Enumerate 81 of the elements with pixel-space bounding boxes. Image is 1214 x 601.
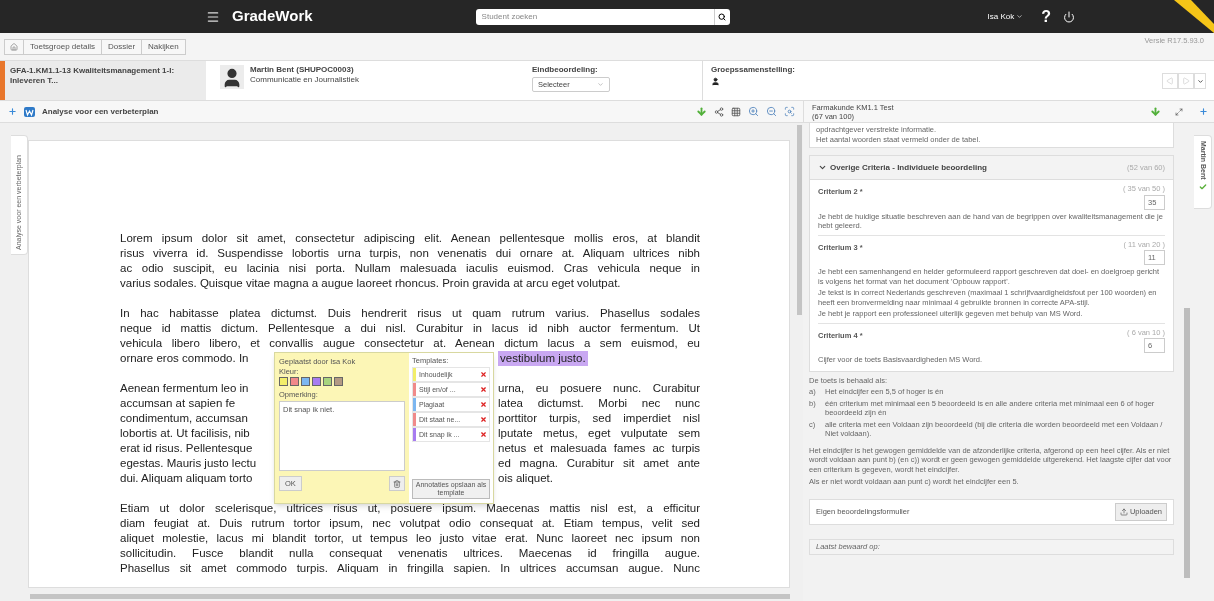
color-swatch[interactable] [334,377,343,386]
text-line: Lorem ipsum dolor sit amet, consectetur adipiscing elit. Aenean pellentesque mollis eros, at blandit [120,231,700,246]
text-line: ois aliquet. [498,471,554,486]
remove-icon[interactable] [480,416,487,423]
text-line: netus et malesuada fames ac turpis [498,441,700,456]
zoom-in-icon[interactable] [748,106,759,117]
trash-icon [393,479,401,488]
breadcrumb-item[interactable]: Nakijken [142,38,186,55]
text-line: lputate metus, eget vulputate sem [498,426,700,441]
text-line: dui. Aliquam aliquam torto [120,472,253,484]
remove-icon[interactable] [480,371,487,378]
search-field[interactable]: Student zoeken [475,8,714,25]
home-crumb[interactable] [4,38,24,55]
grid-icon[interactable] [731,106,741,117]
text-line: latea dictumst. Morbi nec nunc [498,396,700,411]
color-swatch[interactable] [301,377,310,386]
text-line: In hac habitasse platea dictumst. Duis hendrerit risus ut quam rutrum varius. Phasellus sodales [120,306,700,321]
download-icon[interactable] [1150,106,1161,117]
highlighted-text: vestibulum justo. [498,351,588,366]
student-name: Martin Bent (SHUPOC0003) [250,65,355,75]
corner-ribbon [1174,0,1214,33]
add-icon[interactable] [8,107,17,116]
text-line: neque id mattis dictum. Pellentesque a dui nisl. Curabitur in lacus id nibh auctor fermentum. Ut [120,321,700,336]
remove-icon[interactable] [480,401,487,408]
download-icon[interactable] [696,106,707,117]
student-program: Communicatie en Journalistiek [250,75,359,85]
caret-icon [1016,13,1024,20]
check-icon [1198,182,1207,191]
text-line: vehicula libero libero, et convallis augue consectetur at. Aenean dictum lacus a sem euismod, eu [120,336,700,351]
color-swatch[interactable] [312,377,321,386]
document-icon [23,105,36,118]
left-triangle-icon [1166,77,1174,85]
search-icon [718,12,727,21]
color-swatch[interactable] [290,377,299,386]
text-line: diam feugiat at. Duis rutrum tortor ipsum, nec volutpat odio consequat at. Etiam tempus, velit sed [120,516,700,531]
assignment-title: GFA-1.KM1.1-13 Kwaliteitsmanagement 1-I: Inleveren T... [10,66,175,85]
text-line: risus viverra id. Suspendisse lobortis urna turpis, non venenatis dui ornare at. Aliquam ultrices nibh [120,246,700,261]
caret-icon [1196,77,1204,85]
final-grade-label: Eindbeoordeling: [532,65,599,75]
text-line: lobortis at. Ut facilisis, nib [120,427,250,439]
text-line: Aenean fermentum leo in [120,382,249,394]
caret-icon [597,81,604,88]
zoom-out-icon[interactable] [766,106,777,117]
text-line: condimentum, accumsan [120,412,248,424]
color-swatch[interactable] [323,377,332,386]
right-triangle-icon [1182,77,1190,85]
power-icon[interactable] [1063,10,1076,23]
text-line: accumsan at sapien fe [120,397,236,409]
text-line: urna, eu posuere nunc. Curabitur [498,381,700,396]
remove-icon[interactable] [480,386,487,393]
menu-icon[interactable] [206,9,220,24]
brand-logo[interactable]: GradeWork [232,5,313,28]
zoom-fit-icon[interactable] [784,106,795,117]
text-line: sollicitudin. Fusce blandit nulla consequat venenatis ultrices. Maecenas id fringilla augue. [120,546,700,561]
text-line: porttitor turpis, sed imperdiet nisl [498,411,700,426]
home-icon [10,42,18,51]
delete-button[interactable] [389,476,405,491]
share-icon[interactable] [714,106,724,117]
text-line: ed magna. Curabitur sit amet ante [498,456,700,471]
document-title: Analyse voor een verbeterplan [42,105,159,118]
add-icon[interactable] [1199,107,1208,116]
breadcrumb-item[interactable]: Toetsgroep details [24,38,102,55]
text-line: erat id risus. Pellentesque [120,442,253,454]
help-button[interactable]: ? [1041,4,1052,29]
text-line: Etiam ut dolor scelerisque, ultrices risus ut, posuere ipsum. Maecenas mattis nisl est, a efficitur [120,501,700,516]
text-line: Phasellus sit amet commodo turpis. Aliquam in fringilla sapien. In ultrices accumsan augue. Nunc [120,561,700,576]
text-line: aliquet molestie, lacus mi blandit tortor, ut tempus leo justo vitae erat. Nunc laoreet nec ipsum non [120,531,700,546]
person-icon [711,77,720,86]
text-line: egestas. Mauris justo lectu [120,457,257,469]
group-label: Groepssamenstelling: [711,65,797,75]
text-line: ornare eros commodo. In [120,352,249,364]
color-swatch[interactable] [279,377,288,386]
text-line: varius sodales. Quisque vitae magna a augue laoreet rhoncus. Proin gravida at arcu eget volutpat. [120,276,622,291]
upload-icon [1119,507,1128,516]
user-menu[interactable]: Isa Kok [987,10,1024,23]
expand-icon[interactable] [1175,107,1183,116]
text-line: ac odio suscipit, eu lacinia nisi porta. Nullam malesuada iaculis euismod. Cras vehicula neque in [120,261,700,276]
remove-icon[interactable] [480,431,487,438]
dropdown-button[interactable] [1194,73,1206,89]
section-title: Overige Criteria - Individuele beoordeling [830,162,987,173]
breadcrumb-item[interactable]: Dossier [101,38,143,55]
